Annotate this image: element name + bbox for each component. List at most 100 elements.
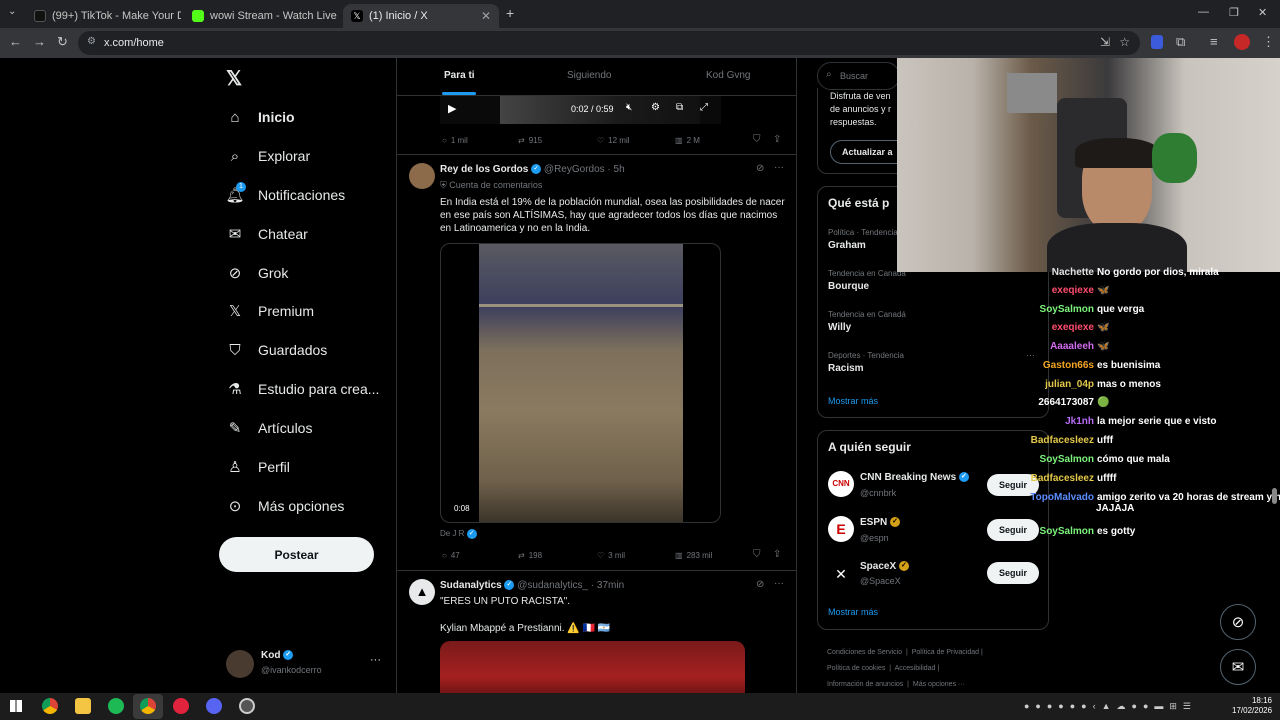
chat-username[interactable]: SoySalmon [1000, 526, 1094, 537]
footer-link[interactable]: Política de Privacidad [912, 649, 979, 656]
close-icon[interactable]: ✕ [481, 9, 491, 23]
nav-item-notificaciones[interactable]: 🔔︎ 1 Notificaciones [225, 182, 345, 207]
espn-logo[interactable]: E [828, 516, 854, 542]
author-handle[interactable]: @sudanalytics_ · 37min [517, 580, 624, 591]
extension-shield-icon[interactable] [1151, 35, 1163, 49]
account-more-icon[interactable]: ··· [370, 654, 381, 666]
browser-tab-tiktok[interactable]: (99+) TikTok - Make Your Day ✕ [26, 4, 181, 28]
chat-username[interactable]: TopoMalvado [1000, 492, 1094, 503]
chat-username[interactable]: Aaaaleeh [1000, 341, 1094, 352]
show-more-trends-link[interactable]: Mostrar más [828, 396, 878, 406]
chat-username[interactable]: Gaston66s [1000, 360, 1094, 371]
chat-username[interactable]: Nachette [1000, 267, 1094, 278]
footer-link[interactable]: Condiciones de Servicio [827, 649, 902, 656]
reading-list-icon[interactable]: ≡ [1210, 34, 1218, 49]
nav-item-guardados[interactable]: ⛉ Guardados [226, 338, 327, 362]
spotify-icon[interactable] [108, 698, 124, 714]
mute-icon[interactable]: 🔇︎ [626, 102, 632, 113]
chrome-active-icon[interactable] [140, 698, 156, 714]
trend-item[interactable]: Política · Tendencia Graham [828, 228, 898, 251]
footer-link[interactable]: Información de anuncios [827, 681, 903, 688]
show-more-follow-link[interactable]: Mostrar más [828, 607, 878, 617]
account-switcher[interactable]: Kod ✓ @ivankodcerro ··· [226, 650, 386, 680]
install-icon[interactable]: ⇲ [1100, 35, 1110, 49]
more-icon[interactable]: ··· [774, 162, 784, 173]
chat-username[interactable]: Badfacesleez [1000, 435, 1094, 446]
messages-fab[interactable]: ✉ [1220, 649, 1256, 685]
chat-username[interactable]: exeqiexe [1000, 285, 1094, 296]
trend-item[interactable]: Tendencia en Canadá Willy [828, 310, 906, 333]
file-explorer-icon[interactable] [75, 698, 91, 714]
fullscreen-icon[interactable]: ⤢ [700, 102, 708, 113]
like-count[interactable]: ♡ 12 mil [597, 136, 630, 145]
repost-count[interactable]: ⇄ 915 [518, 136, 542, 145]
nav-item-perfil[interactable]: ♙ Perfil [226, 455, 290, 479]
footer-link[interactable]: Accesibilidad [895, 665, 936, 672]
nav-item-premium[interactable]: 𝕏 Premium [226, 299, 314, 323]
nav-item-articulos[interactable]: ✎ Artículos [226, 416, 313, 440]
forward-icon[interactable]: → [33, 34, 46, 49]
profile-avatar-icon[interactable] [1234, 34, 1250, 50]
nav-item-mas-opciones[interactable]: ⊙ Más opciones [226, 494, 345, 518]
grok-icon[interactable]: ⊘ [756, 163, 764, 174]
pip-icon[interactable]: ⧉ [676, 102, 683, 113]
chat-username[interactable]: exeqiexe [1000, 322, 1094, 333]
tweet-video[interactable] [440, 641, 745, 693]
author-name[interactable]: Sudanalytics [440, 580, 502, 591]
more-icon[interactable]: ··· [774, 578, 784, 589]
nav-item-grok[interactable]: ⊘ Grok [226, 261, 289, 285]
share-icon[interactable]: ⇪ [773, 134, 781, 145]
like-count[interactable]: ♡ 3 mil [597, 551, 625, 560]
nav-item-explorar[interactable]: ⌕ Explorar [226, 144, 310, 168]
system-tray-icons[interactable]: ●●●●●●‹▲☁●●▬⊞☰ [1024, 701, 1197, 712]
obs-icon[interactable] [239, 698, 255, 714]
view-count[interactable]: ▥ 283 mil [675, 551, 712, 560]
nav-item-inicio[interactable]: ⌂ Inicio [226, 105, 294, 129]
follow-name[interactable]: SpaceX [860, 561, 896, 572]
avatar[interactable]: ▲ [409, 579, 435, 605]
clock[interactable]: 18:16 17/02/2026 [1232, 696, 1272, 716]
follow-name[interactable]: CNN Breaking News [860, 472, 956, 483]
repost-count[interactable]: ⇄ 198 [518, 551, 542, 560]
chrome-icon[interactable] [42, 698, 58, 714]
bookmark-icon[interactable]: ⛉ [753, 134, 761, 145]
discord-icon[interactable] [206, 698, 222, 714]
play-icon[interactable]: ▶ [448, 102, 456, 115]
bookmark-icon[interactable]: ⛉ [753, 549, 761, 560]
chat-username[interactable]: SoySalmon [1000, 304, 1094, 315]
reply-count[interactable]: ○ 1 mil [442, 136, 468, 145]
address-bar[interactable]: ⚙ x.com/home ⇲ ☆ [78, 31, 1140, 55]
tab-kod-gvng[interactable]: Kod Gvng [706, 70, 750, 81]
follow-button[interactable]: Seguir [987, 562, 1039, 584]
reply-count[interactable]: ○ 47 [442, 551, 460, 560]
attribution-text[interactable]: De J R [440, 529, 464, 538]
browser-menu-icon[interactable]: ⋮ [1262, 34, 1275, 50]
trend-item[interactable]: Deportes · Tendencia Racism [828, 351, 904, 374]
avatar[interactable] [409, 163, 435, 189]
browser-tab-x[interactable]: 𝕏 (1) Inicio / X ✕ [343, 4, 499, 28]
chat-username[interactable]: 2664173087 [1000, 397, 1094, 408]
post-button[interactable]: Postear [219, 537, 374, 572]
app-icon[interactable] [173, 698, 189, 714]
minimize-icon[interactable]: — [1198, 6, 1209, 18]
tab-search-icon[interactable]: ⌄ [8, 6, 16, 17]
trend-item[interactable]: Tendencia en Canadá Bourque [828, 269, 906, 292]
author-name[interactable]: Rey de los Gordos [440, 164, 528, 175]
footer-link[interactable]: Más opciones ··· [913, 681, 965, 688]
view-count[interactable]: ▥ 2 M [675, 136, 700, 145]
restore-icon[interactable]: ❐ [1229, 6, 1239, 19]
tweet-video[interactable]: 0:08 [440, 243, 721, 523]
chat-username[interactable]: Jk1nh [1000, 416, 1094, 427]
site-info-icon[interactable]: ⚙ [87, 36, 96, 47]
chat-username[interactable]: julian_04p [1000, 379, 1094, 390]
x-home-logo[interactable]: 𝕏 [226, 66, 242, 91]
reload-icon[interactable]: ↻ [57, 34, 68, 50]
settings-gear-icon[interactable]: ⚙ [651, 102, 660, 113]
nav-item-chatear[interactable]: ✉ Chatear [226, 222, 308, 246]
tab-para-ti[interactable]: Para ti [444, 70, 475, 81]
extensions-icon[interactable]: ⧉ [1176, 34, 1185, 50]
nav-item-estudio[interactable]: ⚗ Estudio para crea... [226, 377, 379, 401]
author-handle[interactable]: @ReyGordos · 5h [544, 164, 625, 175]
new-tab-icon[interactable]: + [506, 5, 514, 21]
spacex-logo[interactable]: ✕ [828, 561, 854, 587]
